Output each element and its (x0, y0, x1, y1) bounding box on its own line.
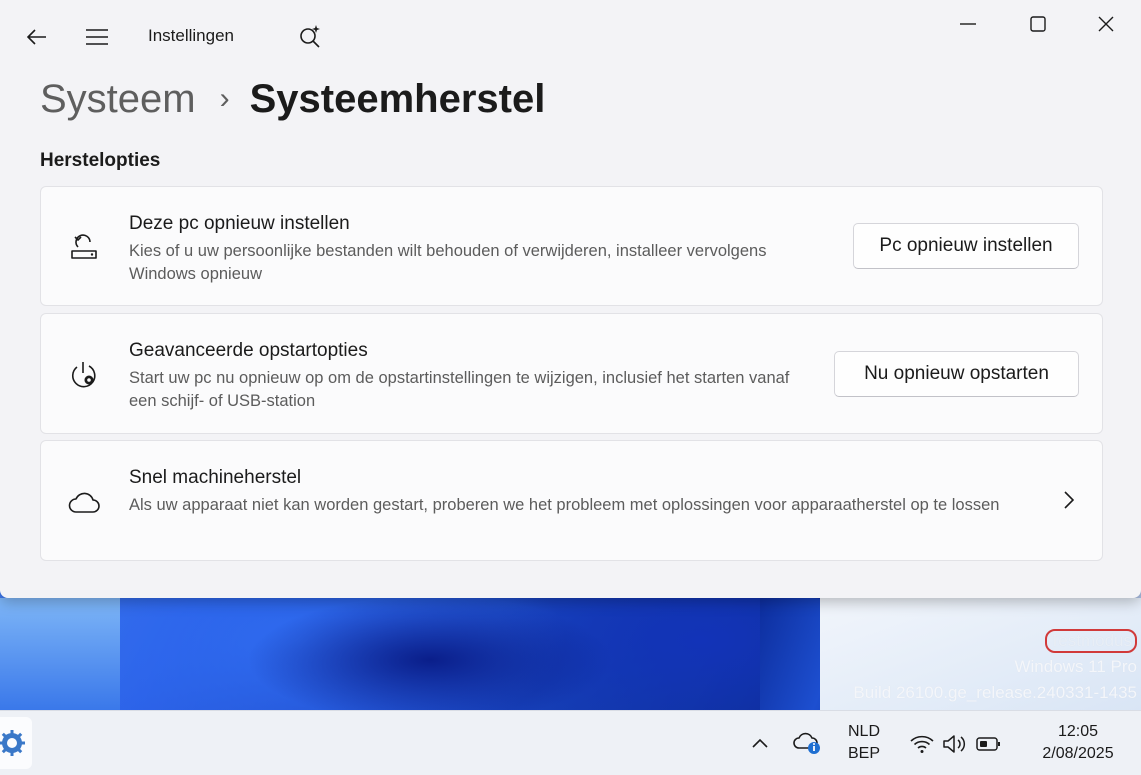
search-sparkle-icon (300, 25, 320, 48)
card-title: Geavanceerde opstartopties (129, 340, 368, 361)
app-title: Instellingen (148, 26, 235, 45)
card-title: Deze pc opnieuw instellen (129, 213, 350, 234)
restart-now-button[interactable]: Nu opnieuw opstarten (834, 351, 1079, 397)
show-hidden-icons-button[interactable] (748, 731, 772, 755)
gear-icon (0, 730, 25, 756)
search-button[interactable] (296, 22, 324, 50)
menu-button[interactable] (82, 24, 112, 50)
language-code: NLD (847, 723, 880, 740)
back-arrow-icon (27, 29, 46, 45)
quick-settings-button[interactable] (908, 731, 1004, 757)
maximize-button[interactable] (1020, 10, 1056, 38)
maximize-icon (1030, 16, 1046, 32)
keyboard-layout-code: BEP (847, 745, 880, 762)
advanced-startup-icon (67, 358, 101, 392)
hamburger-icon (86, 29, 108, 45)
onedrive-info-icon (793, 732, 820, 754)
input-language-button[interactable]: NLD BEP (838, 721, 890, 765)
cloud-icon (67, 485, 101, 519)
breadcrumb-separator: › (219, 82, 230, 115)
battery-icon (976, 737, 1000, 751)
clock-date: 2/08/2025 (1042, 745, 1114, 762)
close-button[interactable] (1088, 10, 1124, 38)
chevron-right-icon (1064, 491, 1075, 514)
volume-icon (943, 735, 966, 753)
minimize-button[interactable] (950, 10, 986, 38)
quick-recovery-card[interactable]: Snel machineherstel Als uw apparaat niet… (40, 440, 1103, 561)
reset-pc-button[interactable]: Pc opnieuw instellen (853, 223, 1079, 269)
windows-edition-label: Windows 11 Pro (1014, 657, 1137, 676)
taskbar: NLD BEP 12:05 2/08/2025 (0, 710, 1141, 775)
desktop-watermark: Testmodus Windows 11 Pro Build 26100.ge_… (853, 628, 1137, 706)
build-label: Build 26100.ge_release.240331-1435 (853, 683, 1137, 702)
reset-pc-card: Deze pc opnieuw instellen Kies of u uw p… (40, 186, 1103, 306)
advanced-startup-card: Geavanceerde opstartopties Start uw pc n… (40, 313, 1103, 434)
clock-time: 12:05 (1057, 723, 1099, 740)
chevron-up-icon (752, 738, 768, 748)
settings-taskbar-button[interactable] (0, 717, 32, 769)
wifi-icon (910, 735, 934, 753)
close-icon (1098, 16, 1114, 32)
clock-button[interactable]: 12:05 2/08/2025 (1022, 721, 1134, 765)
breadcrumb: Systeem › Systeemherstel (40, 74, 545, 124)
section-title: Herstelopties (40, 150, 161, 171)
minimize-icon (960, 23, 976, 25)
reset-pc-icon (67, 229, 101, 263)
settings-window: Instellingen Systeem › Systeemherstel He… (0, 0, 1141, 598)
breadcrumb-parent[interactable]: Systeem (40, 77, 196, 122)
card-title: Snel machineherstel (129, 467, 302, 488)
onedrive-button[interactable] (793, 729, 823, 757)
test-mode-label: Testmodus (1044, 629, 1137, 653)
title-bar: Instellingen (0, 0, 1141, 70)
card-description: Start uw pc nu opnieuw op om de opstarti… (129, 369, 790, 410)
wallpaper-swirl (0, 598, 120, 710)
card-description: Als uw apparaat niet kan worden gestart,… (129, 496, 1000, 514)
card-description: Kies of u uw persoonlijke bestanden wilt… (129, 242, 767, 283)
back-button[interactable] (22, 24, 52, 50)
page-title: Systeemherstel (249, 76, 546, 121)
